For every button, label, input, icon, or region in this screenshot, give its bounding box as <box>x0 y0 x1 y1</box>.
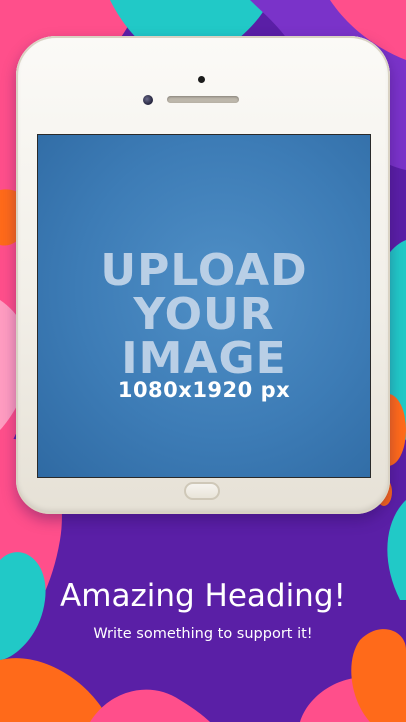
support-subheading[interactable]: Write something to support it! <box>0 626 406 642</box>
phone-screen-placeholder[interactable]: UPLOAD YOUR IMAGE 1080x1920 px <box>37 134 371 478</box>
mockup-stage: UPLOAD YOUR IMAGE 1080x1920 px Amazing H… <box>0 0 406 722</box>
camera-icon <box>198 76 205 83</box>
speaker-grille-icon <box>167 96 239 103</box>
home-button-icon <box>184 482 220 500</box>
amazing-heading[interactable]: Amazing Heading! <box>0 578 406 614</box>
phone-mockup: UPLOAD YOUR IMAGE 1080x1920 px <box>16 36 390 514</box>
front-camera-icon <box>143 95 153 105</box>
image-label: IMAGE <box>121 333 287 384</box>
image-dimensions: 1080x1920 px <box>117 378 291 402</box>
